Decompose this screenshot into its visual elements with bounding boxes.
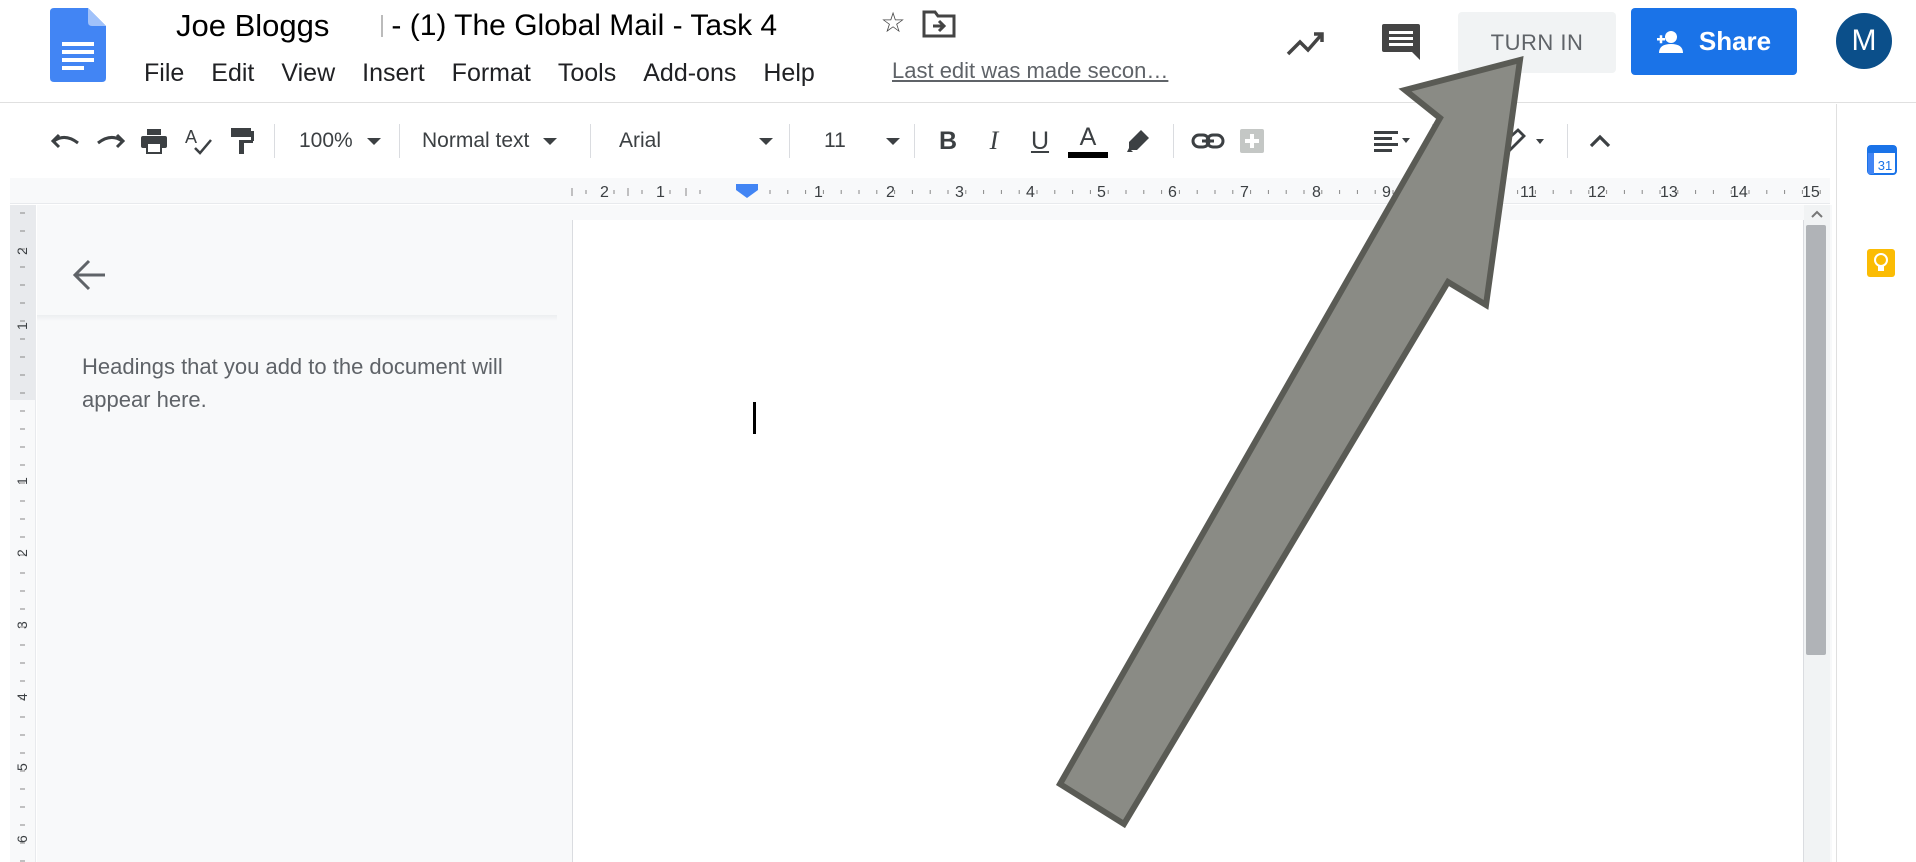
outline-empty-hint: Headings that you add to the document wi… xyxy=(82,354,503,412)
share-label: Share xyxy=(1698,26,1772,56)
font-value: Arial xyxy=(619,129,662,152)
side-panel xyxy=(1836,104,1916,862)
toolbar-separator xyxy=(789,124,790,158)
star-icon[interactable]: ☆ xyxy=(876,6,910,40)
arrow-back-icon[interactable] xyxy=(69,255,109,295)
move-to-folder-icon[interactable] xyxy=(922,8,956,38)
vertical-ruler-label: 1 xyxy=(14,322,30,330)
ruler-label: 5 xyxy=(1097,184,1106,201)
ruler-label: 2 xyxy=(886,184,895,201)
calendar-icon[interactable]: 31 xyxy=(1866,144,1898,176)
text-color-letter: A xyxy=(1079,122,1097,151)
font-size-value: 11 xyxy=(824,129,846,152)
ruler-label: 2 xyxy=(600,184,609,201)
ruler-label: 12 xyxy=(1588,184,1606,201)
title-bar: Joe Bloggs - (1) The Global Mail - Task … xyxy=(0,0,1916,103)
vertical-ruler-label: 1 xyxy=(14,477,30,485)
toolbar-separator xyxy=(1173,124,1174,158)
ruler-label: 11 xyxy=(1520,184,1537,201)
scrollbar-thumb[interactable] xyxy=(1806,225,1826,655)
menu-view[interactable]: View xyxy=(281,59,335,88)
keep-lightbulb-icon[interactable] xyxy=(1866,248,1896,278)
align-left-icon[interactable] xyxy=(1362,118,1422,164)
vertical-ruler[interactable]: 2 1 1 2 3 4 5 6 xyxy=(10,205,36,862)
toolbar-separator xyxy=(1432,124,1433,158)
vertical-ruler-label: 2 xyxy=(14,247,30,255)
vertical-ruler-label: 3 xyxy=(14,621,30,629)
document-page[interactable] xyxy=(572,220,1804,862)
share-button[interactable]: Share xyxy=(1631,8,1797,75)
last-edit-link[interactable]: Last edit was made secon… xyxy=(892,58,1168,84)
underline-button[interactable]: U xyxy=(1017,118,1063,164)
menu-tools[interactable]: Tools xyxy=(558,59,616,88)
paint-format-icon[interactable] xyxy=(220,118,264,164)
menu-format[interactable]: Format xyxy=(452,59,531,88)
toolbar-separator xyxy=(1567,124,1568,158)
toolbar-separator xyxy=(274,124,275,158)
turn-in-button[interactable]: TURN IN xyxy=(1458,12,1616,73)
person-add-icon xyxy=(1656,30,1683,53)
toolbar-separator xyxy=(590,124,591,158)
ruler-label: 6 xyxy=(1168,184,1177,201)
zoom-value: 100% xyxy=(299,129,353,152)
toolbar-separator xyxy=(399,124,400,158)
ruler-label: 15 xyxy=(1802,184,1820,201)
ruler-label: 4 xyxy=(1026,184,1035,201)
collapse-toolbar-icon[interactable] xyxy=(1578,118,1622,164)
svg-text:A: A xyxy=(185,127,197,147)
text-cursor xyxy=(753,402,756,434)
redo-icon[interactable] xyxy=(88,118,132,164)
toolbar-separator xyxy=(914,124,915,158)
account-avatar[interactable]: M xyxy=(1836,13,1892,69)
vertical-ruler-label: 6 xyxy=(14,835,30,843)
vertical-ruler-label: 5 xyxy=(14,763,30,771)
spellcheck-icon[interactable]: A xyxy=(176,118,220,164)
activity-dashboard-icon[interactable] xyxy=(1284,24,1328,62)
print-icon[interactable] xyxy=(132,118,176,164)
menu-bar: File Edit View Insert Format Tools Add-o… xyxy=(144,56,842,90)
ruler-label: 7 xyxy=(1240,184,1249,201)
comments-icon[interactable] xyxy=(1378,20,1424,62)
ruler-label: 1 xyxy=(656,184,665,201)
more-options-button[interactable]: ··· xyxy=(1443,118,1487,164)
menu-insert[interactable]: Insert xyxy=(362,59,425,88)
document-outline-panel: Headings that you add to the document wi… xyxy=(37,205,570,862)
highlight-pen-icon[interactable] xyxy=(1113,118,1163,164)
document-title[interactable]: Joe Bloggs - (1) The Global Mail - Task … xyxy=(176,4,777,48)
google-docs-logo-icon[interactable] xyxy=(50,8,106,82)
text-color-button[interactable]: A xyxy=(1063,118,1113,164)
document-title-text: - (1) The Global Mail - Task 4 xyxy=(391,9,778,42)
calendar-date: 31 xyxy=(1878,158,1892,173)
vertical-ruler-label: 4 xyxy=(14,693,30,701)
menu-help[interactable]: Help xyxy=(763,59,814,88)
title-divider xyxy=(381,15,384,37)
ruler-label: 3 xyxy=(955,184,964,201)
editing-mode-icon[interactable] xyxy=(1487,118,1557,164)
font-size-select[interactable]: 11 xyxy=(800,118,904,164)
ruler-label: 9 xyxy=(1382,184,1391,201)
undo-icon[interactable] xyxy=(44,118,88,164)
zoom-select[interactable]: 100% xyxy=(285,118,389,164)
formatting-toolbar: A 100% Normal text Arial 11 B I U A ··· xyxy=(44,118,1834,164)
font-select[interactable]: Arial xyxy=(601,118,779,164)
italic-button[interactable]: I xyxy=(971,118,1017,164)
document-owner-name: Joe Bloggs xyxy=(176,8,330,43)
text-color-swatch xyxy=(1068,151,1108,158)
paragraph-style-value: Normal text xyxy=(422,129,530,152)
ruler-label: 14 xyxy=(1730,184,1748,201)
horizontal-ruler-scale[interactable]: 2 1 1 2 3 4 5 6 7 8 9 11 12 13 14 15 xyxy=(570,180,1832,202)
ruler-label: 8 xyxy=(1312,184,1321,201)
vertical-ruler-label: 2 xyxy=(14,549,30,557)
bold-button[interactable]: B xyxy=(925,118,971,164)
menu-file[interactable]: File xyxy=(144,59,184,88)
paragraph-style-select[interactable]: Normal text xyxy=(410,118,580,164)
menu-edit[interactable]: Edit xyxy=(211,59,254,88)
insert-link-icon[interactable] xyxy=(1184,118,1232,164)
outline-divider xyxy=(37,315,557,321)
ruler-label: 1 xyxy=(814,184,823,201)
scroll-up-icon[interactable] xyxy=(1806,205,1828,223)
insert-comment-icon[interactable] xyxy=(1232,118,1272,164)
ruler-label: 13 xyxy=(1660,184,1678,201)
menu-add-ons[interactable]: Add-ons xyxy=(643,59,736,88)
